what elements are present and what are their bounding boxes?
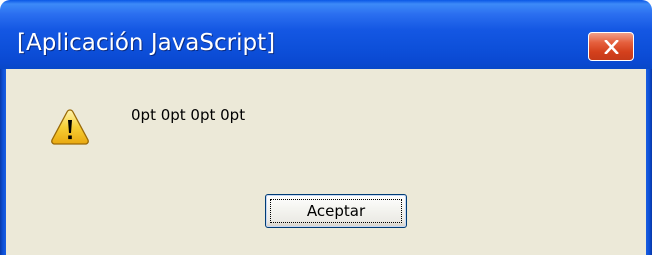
window-frame-right [646,69,652,255]
close-button[interactable] [588,32,634,61]
ok-button-label: Aceptar [306,202,366,220]
close-x-icon [604,40,619,54]
ok-button[interactable]: Aceptar [265,194,407,228]
alert-dialog: [Aplicación JavaScript] 0pt 0pt 0pt 0pt [0,0,652,255]
dialog-body: 0pt 0pt 0pt 0pt Aceptar [6,69,646,255]
window-title: [Aplicación JavaScript] [17,30,276,56]
alert-message: 0pt 0pt 0pt 0pt [131,106,246,124]
title-bar[interactable]: [Aplicación JavaScript] [0,0,652,69]
warning-icon [51,109,89,145]
